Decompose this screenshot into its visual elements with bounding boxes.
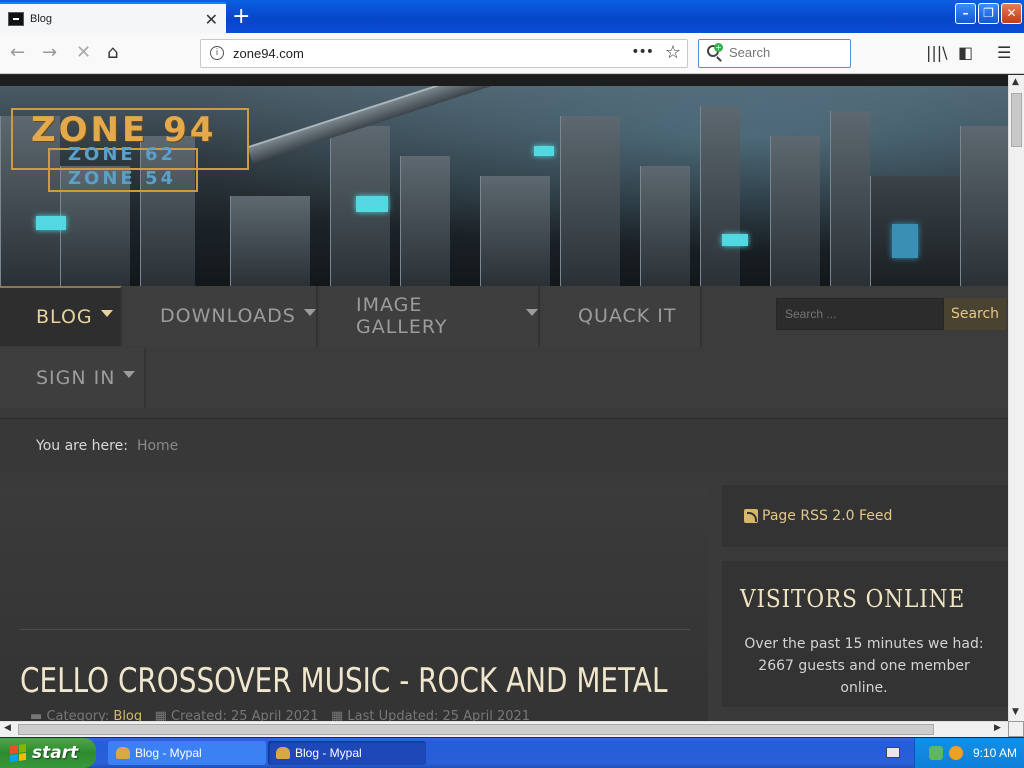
header-banner: ZONE 94 ZONE 62 ZONE 54 bbox=[0, 86, 1008, 286]
sidebar-toggle-icon[interactable]: ◧ bbox=[958, 43, 973, 62]
page-top-strip bbox=[0, 75, 1008, 86]
site-search-input[interactable] bbox=[777, 299, 943, 329]
article-title[interactable]: CELLO CROSSOVER MUSIC - ROCK AND METAL bbox=[20, 661, 667, 701]
rss-icon bbox=[744, 509, 758, 523]
horizontal-scrollbar[interactable]: ◀ ▶ bbox=[0, 721, 1008, 737]
rss-module: Page RSS 2.0 Feed bbox=[722, 485, 1008, 547]
breadcrumb: You are here: Home bbox=[0, 418, 1008, 472]
start-label: start bbox=[32, 743, 79, 763]
taskbar-item-label: Blog - Mypal bbox=[295, 746, 362, 760]
chevron-down-icon bbox=[303, 308, 316, 316]
chevron-down-icon bbox=[526, 308, 538, 316]
window-controls: – ❐ ✕ bbox=[955, 3, 1022, 24]
logo-sub-text-2: ZONE 54 bbox=[68, 168, 177, 189]
breadcrumb-label: You are here: bbox=[36, 437, 128, 454]
visitors-title: VISITORS ONLINE bbox=[740, 585, 966, 613]
network-icon[interactable] bbox=[929, 746, 943, 760]
updated-date: Last Updated: 25 April 2021 bbox=[347, 709, 531, 721]
home-icon[interactable]: ⌂ bbox=[107, 42, 118, 63]
visitors-text: Over the past 15 minutes we had: 2667 gu… bbox=[744, 636, 984, 696]
browser-search-input[interactable] bbox=[729, 45, 844, 60]
taskbar-item[interactable]: Blog - Mypal bbox=[268, 741, 426, 765]
page-viewport: ZONE 94 ZONE 62 ZONE 54 BLOG DOWNLOADS I… bbox=[0, 75, 1008, 721]
calendar-icon: ▦ bbox=[154, 709, 167, 721]
site-navigation: BLOG DOWNLOADS IMAGE GALLERY QUACK IT SI… bbox=[0, 286, 1008, 408]
calendar-icon: ▦ bbox=[330, 709, 344, 721]
content-divider bbox=[20, 629, 690, 630]
banner-rail-decoration bbox=[247, 86, 748, 164]
system-tray: 9:10 AM bbox=[914, 738, 1024, 768]
rss-feed-link[interactable]: Page RSS 2.0 Feed bbox=[762, 508, 892, 524]
site-search-button[interactable]: Search bbox=[944, 298, 1006, 330]
back-arrow-icon[interactable]: ← bbox=[10, 42, 25, 63]
start-button[interactable]: start bbox=[0, 738, 96, 768]
scroll-left-arrow-icon[interactable]: ◀ bbox=[4, 723, 11, 733]
library-icon[interactable]: |||\ bbox=[926, 43, 948, 62]
nav-item-label: DOWNLOADS bbox=[160, 305, 296, 327]
menu-icon[interactable]: ☰ bbox=[997, 43, 1011, 62]
taskbar: start Blog - Mypal Blog - Mypal 9:10 AM bbox=[0, 738, 1024, 768]
bookmark-star-icon[interactable]: ☆ bbox=[665, 42, 681, 63]
browser-toolbar: ← → ✕ ⌂ i zone94.com ••• ☆ + |||\ ◧ ☰ bbox=[0, 33, 1024, 74]
scroll-down-arrow-icon[interactable]: ▼ bbox=[1012, 707, 1019, 717]
logo-sub-text-1: ZONE 62 bbox=[68, 144, 177, 165]
article-meta: ▬ Category: Blog ▦ Created: 25 April 202… bbox=[30, 709, 530, 721]
browser-search-box[interactable]: + bbox=[698, 39, 851, 68]
nav-item-label: BLOG bbox=[36, 306, 93, 328]
browser-title-bar: Blog ✕ + – ❐ ✕ bbox=[0, 0, 1024, 33]
nav-item-downloads[interactable]: DOWNLOADS bbox=[124, 286, 318, 346]
search-tray-icon[interactable] bbox=[949, 746, 963, 760]
scroll-corner bbox=[1008, 721, 1024, 737]
mypal-icon bbox=[116, 747, 130, 759]
nav-item-label: SIGN IN bbox=[36, 367, 116, 389]
visitors-module: VISITORS ONLINE Over the past 15 minutes… bbox=[722, 561, 1008, 707]
nav-item-quack-it[interactable]: QUACK IT bbox=[542, 286, 702, 346]
windows-logo-icon bbox=[10, 743, 26, 763]
vertical-scroll-thumb[interactable] bbox=[1011, 93, 1022, 147]
forward-arrow-icon[interactable]: → bbox=[42, 42, 57, 63]
browser-tab[interactable]: Blog ✕ bbox=[0, 2, 226, 33]
nav-item-label: IMAGE GALLERY bbox=[356, 294, 448, 338]
nav-item-image-gallery[interactable]: IMAGE GALLERY bbox=[320, 286, 540, 346]
minimize-button[interactable]: – bbox=[955, 3, 976, 24]
site-search-box[interactable] bbox=[776, 298, 944, 330]
mypal-icon bbox=[276, 747, 290, 759]
nav-item-blog[interactable]: BLOG bbox=[0, 286, 122, 346]
clock: 9:10 AM bbox=[973, 746, 1018, 760]
breadcrumb-home-link[interactable]: Home bbox=[137, 438, 178, 454]
keyboard-icon[interactable] bbox=[886, 747, 900, 758]
horizontal-scroll-thumb[interactable] bbox=[18, 724, 934, 735]
taskbar-item-label: Blog - Mypal bbox=[135, 746, 202, 760]
scroll-right-arrow-icon[interactable]: ▶ bbox=[994, 723, 1001, 733]
folder-icon: ▬ bbox=[30, 709, 43, 721]
tab-title: Blog bbox=[30, 12, 53, 25]
taskbar-item[interactable]: Blog - Mypal bbox=[108, 741, 266, 765]
created-date: Created: 25 April 2021 bbox=[171, 709, 319, 721]
restore-button[interactable]: ❐ bbox=[978, 3, 999, 24]
nav-item-label: QUACK IT bbox=[578, 305, 677, 327]
category-link[interactable]: Blog bbox=[113, 709, 142, 721]
page-actions-icon[interactable]: ••• bbox=[631, 44, 654, 60]
new-tab-icon[interactable]: + bbox=[232, 4, 250, 29]
category-label: Category: bbox=[46, 709, 110, 721]
url-text[interactable]: zone94.com bbox=[233, 46, 304, 61]
chevron-down-icon bbox=[123, 370, 136, 378]
site-info-icon[interactable]: i bbox=[210, 46, 224, 60]
main-content: CELLO CROSSOVER MUSIC - ROCK AND METAL ▬… bbox=[0, 485, 708, 721]
add-search-engine-icon: + bbox=[714, 43, 723, 52]
scroll-up-arrow-icon[interactable]: ▲ bbox=[1012, 77, 1019, 87]
tab-close-icon[interactable]: ✕ bbox=[205, 10, 218, 29]
site-favicon-icon bbox=[8, 11, 24, 26]
close-window-button[interactable]: ✕ bbox=[1001, 3, 1022, 24]
chevron-down-icon bbox=[100, 309, 113, 317]
stop-loading-icon[interactable]: ✕ bbox=[76, 42, 91, 63]
nav-item-sign-in[interactable]: SIGN IN bbox=[0, 348, 146, 408]
vertical-scrollbar[interactable]: ▲ ▼ bbox=[1008, 75, 1024, 721]
address-bar[interactable]: i zone94.com ••• ☆ bbox=[200, 39, 688, 68]
